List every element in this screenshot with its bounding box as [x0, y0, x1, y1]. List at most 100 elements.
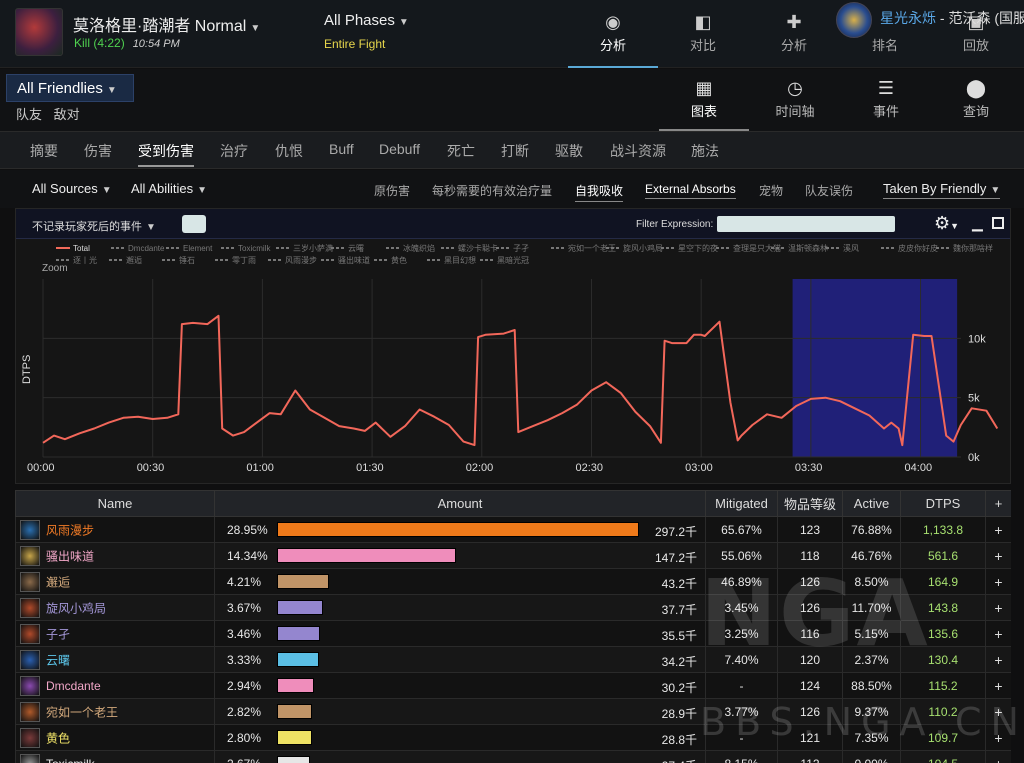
player-cell[interactable]: 宛如一个老王 — [15, 698, 215, 725]
grid-icon: ▦ — [695, 78, 713, 98]
table-row[interactable]: Toxicmilk 2.67% 27.4千 8.15%1120.00%104.5+ — [15, 750, 1011, 763]
option-external-absorbs[interactable]: External Absorbs — [645, 182, 736, 199]
friendly-select[interactable]: All Friendlies ▼ — [6, 74, 134, 102]
option-friendly-fire[interactable]: 队友误伤 — [805, 182, 853, 199]
tab-summary[interactable]: 摘要 — [30, 141, 58, 161]
player-name[interactable]: 风雨漫步 — [46, 523, 94, 537]
expand-row-button[interactable]: + — [985, 646, 1011, 673]
sources-select[interactable]: All Sources ▼ — [32, 181, 112, 196]
table-row[interactable]: 子孑 3.46% 35.5千 3.25% 116 5.15% 135.6 + — [15, 620, 1011, 647]
table-row[interactable]: 邂逅 4.21% 43.2千 46.89% 126 8.50% 164.9 + — [15, 568, 1011, 595]
player-cell[interactable]: 风雨漫步 — [15, 516, 215, 543]
expand-row-button[interactable]: + — [985, 542, 1011, 569]
expand-row-button[interactable]: + — [985, 568, 1011, 595]
player-name[interactable]: Toxicmilk — [46, 757, 95, 763]
view-events[interactable]: ☰ 事件 — [841, 77, 931, 131]
player-cell[interactable]: 黄色 — [15, 724, 215, 751]
col-amount[interactable]: Amount — [214, 490, 706, 517]
warrior-icon — [20, 571, 40, 592]
player-cell[interactable]: 子孑 — [15, 620, 215, 647]
view-query[interactable]: ⬤ 查询 — [931, 77, 1021, 131]
legend-label: 温斯顿森林 — [788, 243, 828, 253]
expand-row-button[interactable]: + — [985, 516, 1011, 543]
encounter-select[interactable]: 莫洛格里·踏潮者 Normal ▼ — [73, 12, 260, 36]
player-name[interactable]: 邂逅 — [46, 575, 70, 589]
table-row[interactable]: Dmcdante 2.94% 30.2千 -124 88.50% 115.2 + — [15, 672, 1011, 699]
table-row[interactable]: 风雨漫步 28.95% 297.2千 65.67% 123 76.88% 1,133.8 + — [15, 516, 1011, 543]
tab-resources[interactable]: 战斗资源 — [610, 141, 666, 161]
maximize-icon[interactable] — [992, 217, 1004, 229]
phase-select[interactable]: All Phases ▼ — [324, 12, 409, 29]
expand-row-button[interactable]: + — [985, 750, 1011, 763]
table-row[interactable]: 骚出味道 14.34% 147.2千 55.06% 118 46.76% 561.6 + — [15, 542, 1011, 569]
tab-enemy[interactable]: 敌对 — [54, 107, 80, 122]
player-name[interactable]: 宛如一个老王 — [46, 705, 118, 719]
death-option-select[interactable]: 不记录玩家死后的事件 ▼ — [32, 218, 156, 234]
col-dtps[interactable]: DTPS — [900, 490, 986, 517]
tab-friendly[interactable]: 队友 — [16, 107, 42, 122]
col-add[interactable]: + — [985, 490, 1011, 517]
table-row[interactable]: 云曙 3.33% 34.2千 7.40% 120 2.37% 130.4 + — [15, 646, 1011, 673]
tab-damage-done[interactable]: 伤害 — [84, 141, 112, 161]
death-toggle[interactable] — [182, 215, 206, 233]
legend-label: 旋风小鸡局 — [623, 243, 663, 253]
option-raw-damage[interactable]: 原伤害 — [374, 182, 410, 199]
tab-damage-taken[interactable]: 受到伤害 — [138, 141, 194, 167]
nav-label: 分析 — [599, 38, 626, 53]
player-cell[interactable]: 旋风小鸡局 — [15, 594, 215, 621]
option-self-absorbs[interactable]: 自我吸收 — [575, 182, 624, 202]
view-timeline[interactable]: ◷ 时间轴 — [750, 77, 840, 131]
player-cell[interactable]: 云曙 — [15, 646, 215, 673]
player-cell[interactable]: Dmcdante — [15, 672, 215, 699]
col-mitigated[interactable]: Mitigated — [705, 490, 778, 517]
legend-label: 子孑 — [513, 244, 529, 253]
player-name[interactable]: Dmcdante — [46, 679, 101, 693]
dtps-value: 561.6 — [900, 542, 986, 569]
legend-label: 三岁小萨满 — [293, 243, 333, 253]
expand-row-button[interactable]: + — [985, 620, 1011, 647]
nav-analyze[interactable]: ◉ 分析 — [568, 0, 658, 68]
player-name[interactable]: 骚出味道 — [46, 549, 94, 563]
col-item-level[interactable]: 物品等级 — [777, 490, 843, 517]
option-effective-healing[interactable]: 每秒需要的有效治疗量 — [432, 182, 552, 199]
col-name[interactable]: Name — [15, 490, 215, 517]
tab-buffs[interactable]: Buff — [329, 141, 354, 157]
player-cell[interactable]: Toxicmilk — [15, 750, 215, 763]
option-pets[interactable]: 宠物 — [759, 182, 783, 199]
player-name[interactable]: 旋风小鸡局 — [46, 601, 106, 615]
expand-row-button[interactable]: + — [985, 594, 1011, 621]
phase-label: All Phases — [324, 12, 395, 29]
nav-puzzle[interactable]: ✚ 分析 — [749, 0, 839, 68]
amount-bar — [277, 522, 639, 537]
player-name[interactable]: 子孑 — [46, 627, 70, 641]
guild-link[interactable]: 星光永烁 - 范沃森 (国服 — [880, 8, 1024, 28]
tab-dispels[interactable]: 驱散 — [555, 141, 583, 161]
zoom-label: Zoom — [42, 263, 68, 274]
tab-deaths[interactable]: 死亡 — [447, 141, 475, 161]
taken-by-select[interactable]: Taken By Friendly ▼ — [883, 181, 1001, 199]
table-row[interactable]: 旋风小鸡局 3.67% 37.7千 3.45% 126 11.70% 143.8 + — [15, 594, 1011, 621]
player-cell[interactable]: 骚出味道 — [15, 542, 215, 569]
gear-icon[interactable]: ⚙▼ — [934, 213, 959, 234]
col-active[interactable]: Active — [842, 490, 901, 517]
tab-interrupts[interactable]: 打断 — [501, 141, 529, 161]
player-name[interactable]: 黄色 — [46, 731, 70, 745]
tab-casts[interactable]: 施法 — [691, 141, 719, 161]
player-name[interactable]: 云曙 — [46, 653, 70, 667]
minimize-icon[interactable]: ▁ — [972, 215, 983, 232]
expand-row-button[interactable]: + — [985, 698, 1011, 725]
nav-compare[interactable]: ◧ 对比 — [658, 0, 748, 68]
player-cell[interactable]: 邂逅 — [15, 568, 215, 595]
tab-debuffs[interactable]: Debuff — [379, 141, 420, 157]
view-charts[interactable]: ▦ 图表 — [659, 77, 749, 131]
tab-healing[interactable]: 治疗 — [220, 141, 248, 161]
dtps-chart[interactable]: 0k 5k 10k 00:00 00:30 01:00 01:30 02:00 02:30 03:… — [16, 239, 1010, 483]
expand-row-button[interactable]: + — [985, 672, 1011, 699]
tab-threat[interactable]: 仇恨 — [275, 141, 303, 161]
abilities-select[interactable]: All Abilities ▼ — [131, 181, 207, 196]
filter-expression-input[interactable] — [717, 216, 895, 232]
table-row[interactable]: 宛如一个老王 2.82% 28.9千 3.77% 126 9.37% 110.2 + — [15, 698, 1011, 725]
guild-emblem-icon[interactable] — [836, 2, 872, 38]
table-row[interactable]: 黄色 2.80% 28.8千 -121 7.35% 109.7 + — [15, 724, 1011, 751]
expand-row-button[interactable]: + — [985, 724, 1011, 751]
